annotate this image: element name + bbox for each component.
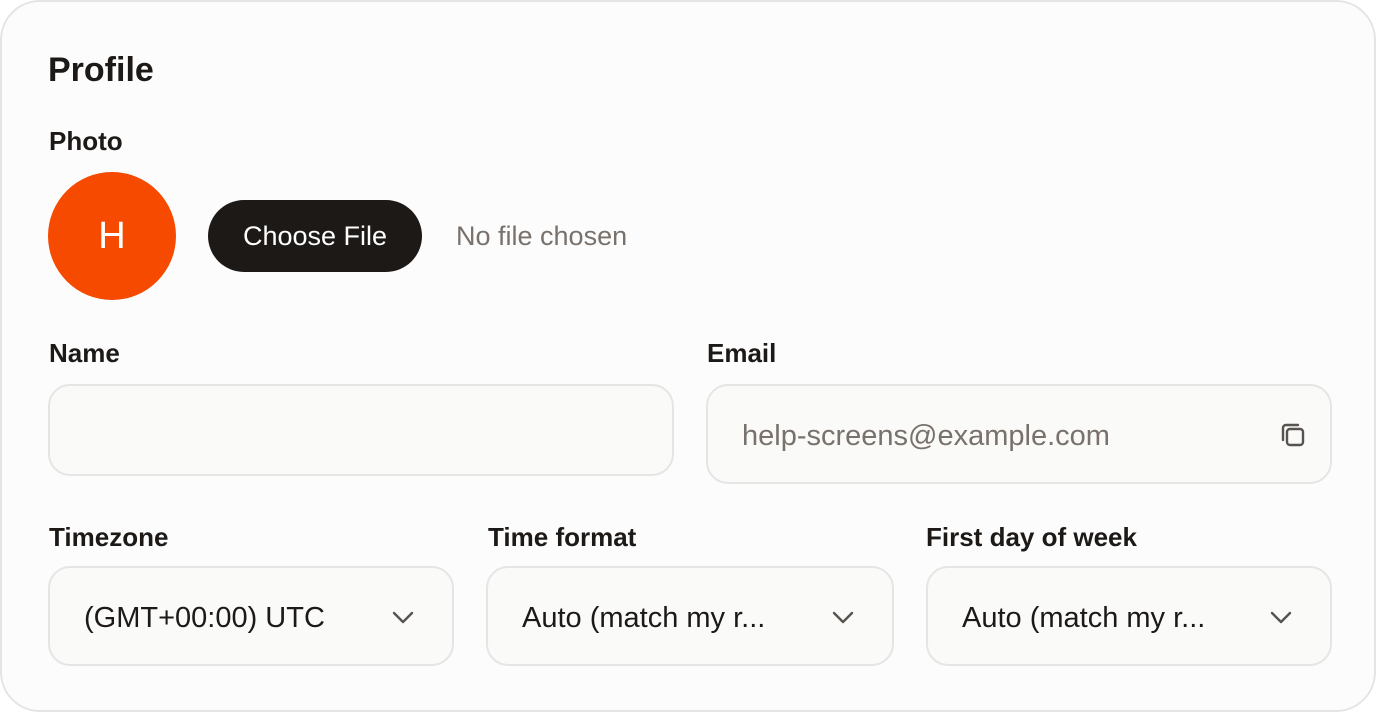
file-status: No file chosen <box>456 221 628 251</box>
chevron-down-icon <box>832 611 854 624</box>
email-label: Email <box>707 338 777 368</box>
time-format-select[interactable]: Auto (match my r... <box>486 566 894 666</box>
email-value: help-screens@example.com <box>742 420 1110 452</box>
time-format-label: Time format <box>488 522 637 552</box>
profile-card: Profile Photo H Choose File No file chos… <box>0 0 1376 712</box>
timezone-label: Timezone <box>49 522 169 552</box>
photo-label: Photo <box>49 126 123 156</box>
timezone-select[interactable]: (GMT+00:00) UTC <box>48 566 454 666</box>
chevron-down-icon <box>1270 611 1292 624</box>
first-day-select[interactable]: Auto (match my r... <box>926 566 1332 666</box>
name-label: Name <box>49 338 120 368</box>
section-title: Profile <box>48 51 154 89</box>
choose-file-button[interactable]: Choose File <box>208 200 422 272</box>
chevron-down-icon <box>392 611 414 624</box>
first-day-label: First day of week <box>926 522 1137 552</box>
first-day-value: Auto (match my r... <box>962 602 1206 634</box>
email-field: help-screens@example.com <box>706 384 1332 484</box>
copy-icon[interactable] <box>1278 420 1308 450</box>
name-input[interactable] <box>48 384 674 476</box>
timezone-value: (GMT+00:00) UTC <box>84 602 325 634</box>
avatar: H <box>48 172 176 300</box>
avatar-initial: H <box>98 214 126 257</box>
time-format-value: Auto (match my r... <box>522 602 766 634</box>
